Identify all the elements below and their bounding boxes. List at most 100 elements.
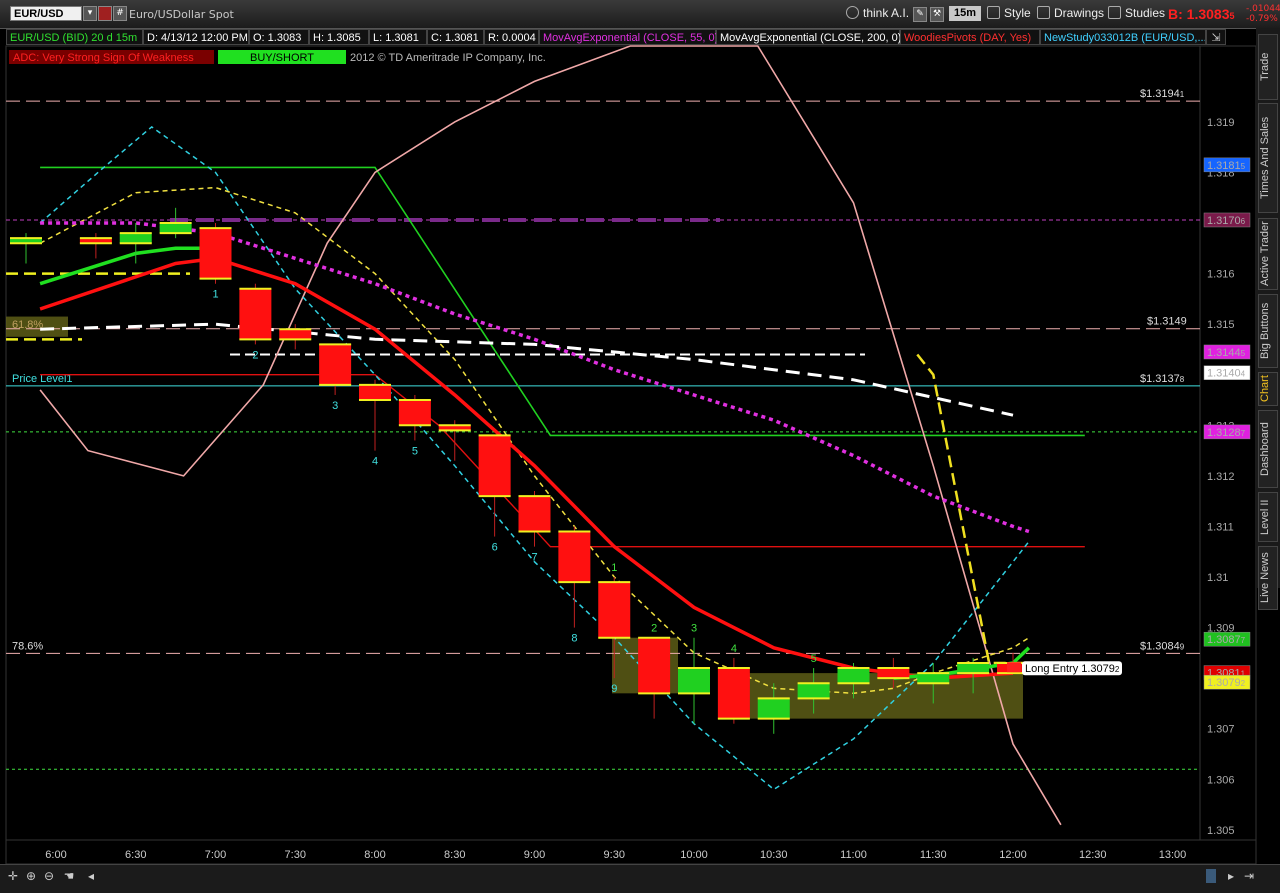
bottom-toolbar: ✛ ⊕ ⊖ ☚ ◂ ▸ ⇥ — [0, 864, 1280, 893]
side-tabs: Trade Times And Sales Active Trader Big But… — [1256, 28, 1280, 610]
studies-label: Studies — [1125, 6, 1166, 20]
think-ai-button[interactable]: think A.I. — [846, 5, 909, 22]
candle-body — [478, 435, 511, 497]
level-30849-label: $1.30849 — [1140, 640, 1185, 652]
sequence-label: 2 — [252, 349, 258, 361]
side-tab-live-news[interactable]: Live News — [1258, 546, 1278, 610]
scroll-right-icon[interactable]: ▸ — [1224, 869, 1238, 883]
price-tick: 1.306 — [1207, 774, 1235, 786]
drawings-button[interactable]: Drawings — [1037, 5, 1104, 22]
side-tab-level-ii[interactable]: Level II — [1258, 492, 1278, 542]
timeframe-button[interactable]: 15m — [949, 6, 981, 21]
candle-body — [797, 683, 830, 699]
symbol-input[interactable]: EUR/USD — [10, 6, 82, 21]
time-tick: 12:30 — [1079, 849, 1107, 861]
level-31941-label: $1.31941 — [1140, 88, 1185, 100]
price-tick: 1.307 — [1207, 724, 1235, 736]
sequence-label: 3 — [332, 400, 338, 412]
link-color-icon[interactable] — [98, 6, 112, 21]
drawings-label: Drawings — [1054, 6, 1105, 20]
price-tick: 1.31 — [1207, 572, 1228, 584]
price-tick: 1.312 — [1207, 471, 1235, 483]
side-tab-active-trader[interactable]: Active Trader — [1258, 218, 1278, 290]
pan-icon[interactable]: ✛ — [6, 869, 20, 883]
drawings-icon — [1037, 6, 1050, 19]
grid-icon[interactable]: # — [113, 6, 127, 21]
sequence-label: 4 — [372, 456, 378, 468]
tools-icon[interactable]: ⚒ — [930, 7, 944, 22]
candle-body — [598, 582, 631, 638]
study-ema200[interactable]: MovAvgExponential (CLOSE, 200, 0) — [716, 29, 901, 45]
candle-body — [957, 662, 990, 674]
price-tag-label: 1.30792 — [1207, 677, 1246, 689]
time-tick: 8:00 — [364, 849, 385, 861]
sequence-label: 1 — [212, 289, 218, 301]
candle-body — [837, 668, 870, 684]
scroll-end-icon[interactable]: ⇥ — [1242, 869, 1256, 883]
bid-price-value: B: 1.3083 — [1168, 6, 1230, 22]
price-tick: 1.315 — [1207, 319, 1235, 331]
studies-button[interactable]: Studies — [1108, 5, 1165, 22]
side-tab-trade[interactable]: Trade — [1258, 34, 1278, 100]
price-tag-label: 1.30877 — [1207, 634, 1246, 646]
symbol-dropdown-icon[interactable]: ▾ — [83, 6, 97, 21]
bid-price-tail: 5 — [1229, 11, 1235, 21]
chart-toolbar: EUR/USD ▾ # Euro/USDollar Spot think A.I… — [0, 0, 1280, 29]
candle-body — [877, 668, 910, 679]
sequence-label: 7 — [531, 552, 537, 564]
price-chart[interactable]: 50.0%61.8%78.6%Price Level1$1.31941$1.31… — [0, 0, 1280, 892]
sequence-label: 9 — [611, 683, 617, 695]
long-entry-marker — [1007, 662, 1021, 673]
range-readout: R: 0.0004 — [484, 29, 539, 45]
side-tab-chart[interactable]: Chart — [1258, 372, 1278, 406]
date-readout: D: 4/13/12 12:00 PM — [143, 29, 249, 45]
time-tick: 7:30 — [285, 849, 306, 861]
zoom-in-icon[interactable]: ⊕ — [24, 869, 38, 883]
time-tick: 11:30 — [920, 849, 947, 861]
scroll-left-icon[interactable]: ◂ — [84, 869, 98, 883]
price-tag-label: 1.31287 — [1207, 427, 1246, 439]
side-tab-times-and-sales[interactable]: Times And Sales — [1258, 103, 1278, 213]
bid-price: B: 1.30835 — [1168, 6, 1235, 22]
sequence-label: 5 — [811, 653, 817, 665]
candle-body — [359, 384, 391, 401]
crosshair-icon[interactable]: ✎ — [913, 7, 927, 22]
sequence-label: 5 — [412, 445, 418, 457]
zoom-out-icon[interactable]: ⊖ — [42, 869, 56, 883]
think-ai-label: think A.I. — [863, 6, 910, 20]
time-tick: 8:30 — [444, 849, 465, 861]
price-tick: 1.311 — [1207, 521, 1234, 533]
hand-icon[interactable]: ☚ — [62, 869, 76, 883]
think-ai-icon — [846, 6, 859, 19]
sequence-label: 8 — [571, 633, 577, 645]
price-tick: 1.316 — [1207, 269, 1235, 281]
fib-618-label: 61.8% — [12, 319, 43, 331]
sequence-label: 6 — [492, 542, 498, 554]
study-newstudy[interactable]: NewStudy033012B (EUR/USD,... — [1040, 29, 1206, 45]
candle-body — [678, 668, 710, 694]
side-tab-dashboard[interactable]: Dashboard — [1258, 410, 1278, 488]
side-tab-big-buttons[interactable]: Big Buttons — [1258, 294, 1278, 368]
candle-body — [518, 496, 551, 532]
studies-icon — [1108, 6, 1121, 19]
study-ema55[interactable]: MovAvgExponential (CLOSE, 55, 0) — [539, 29, 718, 45]
time-tick: 6:30 — [125, 849, 146, 861]
style-label: Style — [1004, 6, 1031, 20]
time-axis — [5, 839, 1257, 865]
price-tag-label: 1.31815 — [1207, 160, 1246, 172]
time-tick: 12:00 — [999, 849, 1027, 861]
close-readout: C: 1.3081 — [427, 29, 484, 45]
scrollbar-thumb[interactable] — [1206, 869, 1216, 883]
signal-label: BUY/SHORT — [250, 52, 314, 64]
candle-body — [558, 531, 591, 583]
candle-body — [119, 233, 152, 244]
expand-icon[interactable]: ⇲ — [1206, 29, 1226, 45]
study-woodies-pivots[interactable]: WoodiesPivots (DAY, Yes) — [900, 29, 1040, 45]
candle-body — [279, 329, 312, 340]
candle-body — [319, 344, 352, 385]
candle-body — [717, 668, 750, 719]
style-icon — [987, 6, 1000, 19]
chart-title[interactable]: EUR/USD (BID) 20 d 15m — [6, 29, 143, 45]
style-button[interactable]: Style — [987, 5, 1031, 22]
long-entry-label: Long Entry 1.30792 — [1025, 663, 1120, 675]
